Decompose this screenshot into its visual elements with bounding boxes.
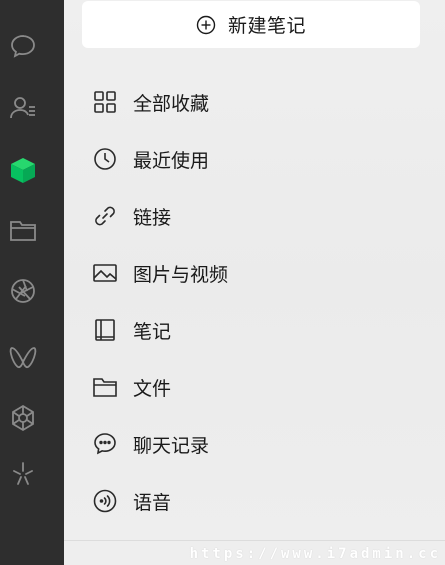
channels-butterfly-icon[interactable] (8, 342, 38, 372)
menu-item-label: 笔记 (133, 320, 172, 343)
new-note-label: 新建笔记 (227, 15, 306, 37)
folder-icon (92, 374, 118, 400)
new-note-button[interactable]: 新建笔记 (82, 1, 420, 48)
watermark-text: https://www.i7admin.cc (189, 546, 441, 562)
notebook-icon (92, 317, 118, 343)
miniprogram-flower-icon[interactable] (8, 403, 38, 433)
menu-item-label: 聊天记录 (133, 434, 210, 457)
menu-item-notes[interactable]: 笔记 (92, 310, 392, 350)
favorites-window: 新建笔记 全部收藏 最近使用 链接 图片与视频 笔记 文件 聊天记录 语音 ht… (0, 0, 445, 565)
link-icon (92, 203, 118, 229)
menu-item-label: 语音 (133, 491, 172, 514)
divider (64, 540, 445, 541)
image-icon (92, 260, 118, 286)
menu-item-all-favorites[interactable]: 全部收藏 (92, 82, 392, 122)
contacts-icon[interactable] (8, 93, 38, 123)
plus-circle-icon (196, 15, 216, 34)
menu-item-label: 全部收藏 (133, 92, 210, 115)
chat-icon[interactable] (8, 31, 38, 61)
chat-bubble-icon (92, 431, 118, 457)
favorites-panel: 新建笔记 全部收藏 最近使用 链接 图片与视频 笔记 文件 聊天记录 语音 (64, 0, 445, 565)
menu-item-files[interactable]: 文件 (92, 367, 392, 407)
grid-icon (92, 89, 118, 115)
menu-item-links[interactable]: 链接 (92, 196, 392, 236)
moments-aperture-icon[interactable] (8, 276, 38, 306)
menu-item-images-videos[interactable]: 图片与视频 (92, 253, 392, 293)
menu-item-label: 链接 (133, 206, 172, 229)
menu-item-recent[interactable]: 最近使用 (92, 139, 392, 179)
menu-item-label: 图片与视频 (133, 263, 229, 286)
menu-item-chat-history[interactable]: 聊天记录 (92, 424, 392, 464)
clock-icon (92, 146, 118, 172)
search-spark-icon[interactable] (8, 459, 38, 489)
menu-item-label: 文件 (133, 377, 172, 400)
sidebar (0, 0, 64, 565)
folder-icon[interactable] (8, 215, 38, 245)
favorites-cube-icon[interactable] (8, 155, 38, 185)
menu-item-voice[interactable]: 语音 (92, 481, 392, 521)
menu-item-label: 最近使用 (133, 149, 210, 172)
voice-icon (92, 488, 118, 514)
